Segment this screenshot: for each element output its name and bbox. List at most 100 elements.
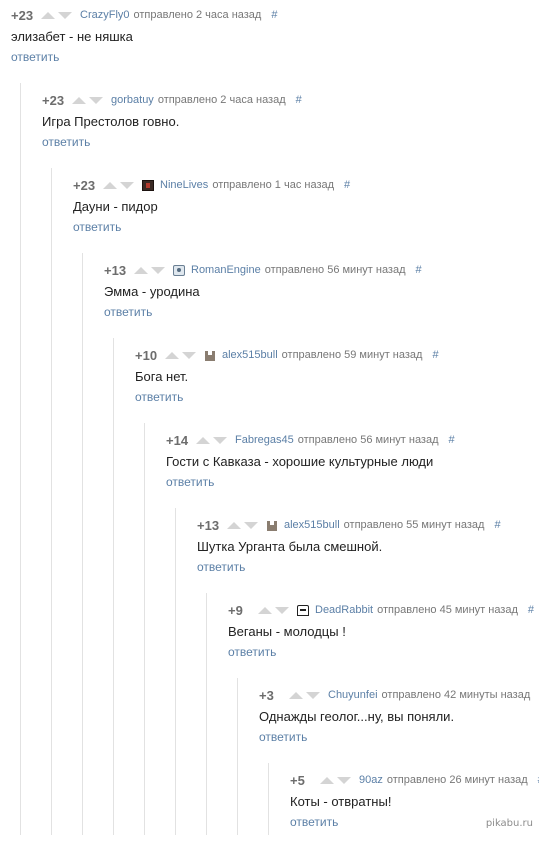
comment-permalink[interactable]: # <box>416 264 422 276</box>
upvote-icon[interactable] <box>103 181 117 189</box>
upvote-icon[interactable] <box>227 521 241 529</box>
downvote-icon[interactable] <box>275 606 289 614</box>
reply-link[interactable]: ответить <box>228 645 276 659</box>
upvote-icon[interactable] <box>258 606 272 614</box>
downvote-icon[interactable] <box>58 11 72 19</box>
thread-indent-line <box>51 168 52 835</box>
comment-header: +23 gorbatuy отправлено 2 часа назад # <box>42 90 302 110</box>
comment: +3Chuyunfeiотправлено 42 минуты назад#Од… <box>259 685 539 765</box>
comment-author-link[interactable]: RomanEngine <box>191 264 261 276</box>
reply-link[interactable]: ответить <box>197 560 245 574</box>
comment-timestamp: отправлено 26 минут назад <box>386 774 528 786</box>
downvote-icon[interactable] <box>337 776 351 784</box>
reply-link[interactable]: ответить <box>135 390 183 404</box>
comment-rating: +14 <box>166 432 189 448</box>
upvote-icon[interactable] <box>289 691 303 699</box>
thread-indent-line <box>82 253 83 835</box>
comment: +590azотправлено 26 минут назад#Коты - о… <box>290 770 539 850</box>
reply-link[interactable]: ответить <box>11 50 59 64</box>
comment-permalink[interactable]: # <box>494 519 500 531</box>
comment-text: Дауни - пидор <box>73 199 158 214</box>
comment-rating: +23 <box>73 177 96 193</box>
comment-text: Однажды геолог...ну, вы поняли. <box>259 709 455 724</box>
comment-author-link[interactable]: alex515bull <box>284 519 340 531</box>
comment-text: Шутка Урганта была смешной. <box>197 539 383 554</box>
upvote-icon[interactable] <box>41 11 55 19</box>
comment-rating: +9 <box>228 602 243 618</box>
avatar[interactable] <box>266 520 278 531</box>
comment-rating: +10 <box>135 347 158 363</box>
comment: +23 CrazyFly0 отправлено 2 часа назад # элиз… <box>11 5 431 85</box>
comment-author-link[interactable]: Chuyunfei <box>328 689 378 701</box>
comment-permalink[interactable]: # <box>432 349 438 361</box>
comment-author-link[interactable]: Fabregas45 <box>235 434 294 446</box>
comment: +14 Fabregas45 отправлено 56 минут назад # Г… <box>166 430 539 510</box>
comment-timestamp: отправлено 42 минуты назад <box>381 689 531 701</box>
comment-header: +13 RomanEngine отправлено 56 минут назад # <box>104 260 422 280</box>
avatar[interactable] <box>142 179 154 191</box>
downvote-icon[interactable] <box>151 266 165 274</box>
comment-permalink[interactable]: # <box>528 604 534 616</box>
comment: +23 gorbatuy отправлено 2 часа назад # Игра … <box>42 90 462 170</box>
comment-author-link[interactable]: DeadRabbit <box>315 604 373 616</box>
comment-timestamp: отправлено 45 минут назад <box>377 604 518 616</box>
avatar[interactable] <box>297 604 309 616</box>
upvote-icon[interactable] <box>196 436 210 444</box>
comment: +10 alex515bull отправлено 59 минут назад #… <box>135 345 539 425</box>
comment-author-link[interactable]: NineLives <box>160 179 208 191</box>
reply-link[interactable]: ответить <box>73 220 121 234</box>
comment-timestamp: отправлено 2 часа назад <box>133 9 262 21</box>
comment-permalink[interactable]: # <box>271 9 277 21</box>
comment-author-link[interactable]: CrazyFly0 <box>80 9 130 21</box>
comment-author-link[interactable]: 90az <box>359 774 383 786</box>
downvote-icon[interactable] <box>182 351 196 359</box>
comment-text: Бога нет. <box>135 369 189 384</box>
thread-indent-line <box>268 763 269 835</box>
comment-author-link[interactable]: alex515bull <box>222 349 278 361</box>
comment-rating: +5 <box>290 772 305 788</box>
comment-header: +23 CrazyFly0 отправлено 2 часа назад # <box>11 5 277 25</box>
comment-timestamp: отправлено 1 час назад <box>212 179 335 191</box>
comment-header: +14 Fabregas45 отправлено 56 минут назад # <box>166 430 455 450</box>
avatar[interactable] <box>204 350 216 361</box>
comment-rating: +3 <box>259 687 274 703</box>
comment-header: +13 alex515bull отправлено 55 минут назад # <box>197 515 501 535</box>
upvote-icon[interactable] <box>72 96 86 104</box>
downvote-icon[interactable] <box>213 436 227 444</box>
comment: +9 DeadRabbit отправлено 45 минут назад # Ве… <box>228 600 539 680</box>
thread-indent-line <box>175 508 176 835</box>
downvote-icon[interactable] <box>306 691 320 699</box>
comment-permalink[interactable]: # <box>344 179 350 191</box>
comment-header: +9 DeadRabbit отправлено 45 минут назад # <box>228 600 534 620</box>
reply-link[interactable]: ответить <box>259 730 307 744</box>
reply-link[interactable]: ответить <box>104 305 152 319</box>
comment-rating: +13 <box>197 517 220 533</box>
comment-header: +23 NineLives отправлено 1 час назад # <box>73 175 350 195</box>
comment-permalink[interactable]: # <box>296 94 302 106</box>
comment-permalink[interactable]: # <box>449 434 455 446</box>
comment-timestamp: отправлено 56 минут назад <box>264 264 406 276</box>
comment-text: элизабет - не няшка <box>11 29 133 44</box>
comment: +23 NineLives отправлено 1 час назад # Дауни… <box>73 175 493 255</box>
reply-link[interactable]: ответить <box>290 815 338 829</box>
comment-text: Эмма - уродина <box>104 284 200 299</box>
comment-text: Веганы - молодцы ! <box>228 624 346 639</box>
comment-author-link[interactable]: gorbatuy <box>111 94 154 106</box>
comment-timestamp: отправлено 2 часа назад <box>157 94 286 106</box>
reply-link[interactable]: ответить <box>166 475 214 489</box>
watermark: pikabu.ru <box>485 818 533 829</box>
comment-rating: +23 <box>11 7 34 23</box>
downvote-icon[interactable] <box>244 521 258 529</box>
thread-indent-line <box>237 678 238 835</box>
downvote-icon[interactable] <box>120 181 134 189</box>
downvote-icon[interactable] <box>89 96 103 104</box>
avatar[interactable] <box>173 264 185 276</box>
comment: +13 RomanEngine отправлено 56 минут назад #… <box>104 260 524 340</box>
thread-indent-line <box>113 338 114 835</box>
upvote-icon[interactable] <box>165 351 179 359</box>
upvote-icon[interactable] <box>320 776 334 784</box>
comment-header: +10 alex515bull отправлено 59 минут назад # <box>135 345 439 365</box>
reply-link[interactable]: ответить <box>42 135 90 149</box>
thread-indent-line <box>206 593 207 835</box>
upvote-icon[interactable] <box>134 266 148 274</box>
